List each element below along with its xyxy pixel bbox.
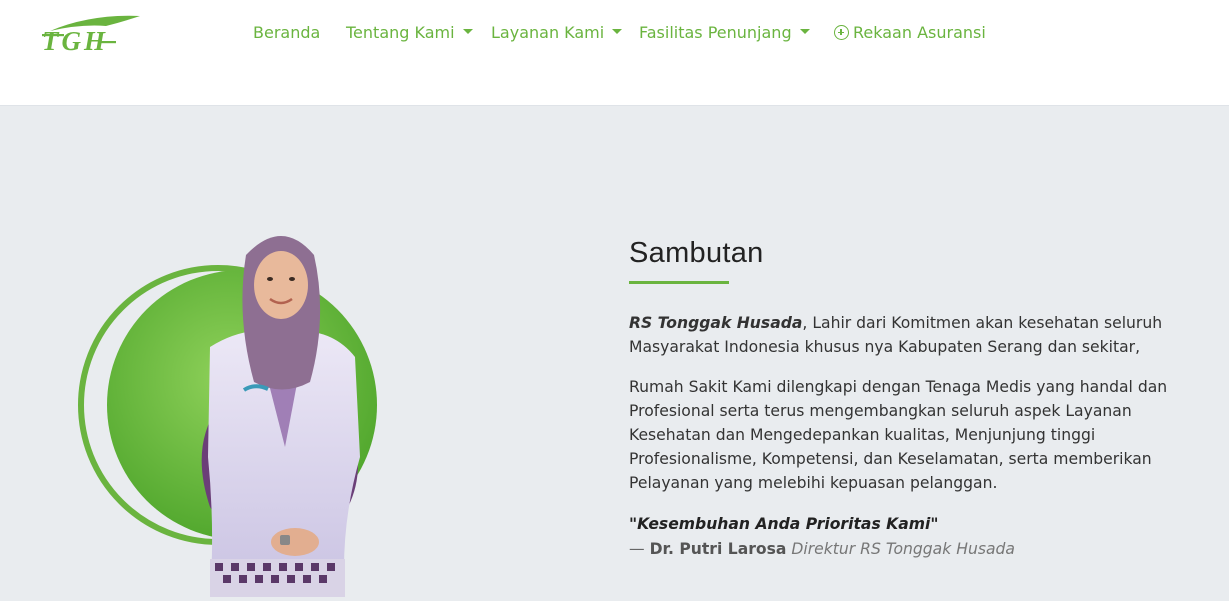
description-paragraph: Rumah Sakit Kami dilengkapi dengan Tenag…	[629, 378, 1168, 492]
nav-beranda[interactable]: Beranda	[253, 20, 320, 46]
author-role: Direktur RS Tonggak Husada	[791, 540, 1015, 558]
motto-quote: "Kesembuhan Anda Prioritas Kami"	[629, 515, 939, 533]
nav-rekaan-asuransi-label: Rekaan Asuransi	[853, 23, 986, 42]
nav-layanan-kami[interactable]: Layanan Kami	[491, 20, 623, 46]
sambutan-content: Sambutan RS Tonggak Husada, Lahir dari K…	[629, 235, 1204, 561]
section-title: Sambutan	[629, 237, 764, 269]
quote-author: — Dr. Putri Larosa Direktur RS Tonggak H…	[629, 537, 1204, 561]
nav-rekaan-asuransi[interactable]: Rekaan Asuransi	[834, 20, 986, 46]
title-underline	[629, 281, 729, 284]
chevron-down-icon	[462, 29, 473, 34]
author-name: Dr. Putri Larosa	[649, 540, 787, 558]
logo-icon: TGH	[42, 15, 140, 56]
nav-fasilitas-penunjang-label: Fasilitas Penunjang	[639, 23, 792, 42]
chevron-down-icon	[799, 29, 810, 34]
brand-logo[interactable]: TGH	[40, 12, 142, 56]
nav-tentang-kami-label: Tentang Kami	[346, 23, 455, 42]
nav-fasilitas-penunjang[interactable]: Fasilitas Penunjang	[639, 20, 810, 46]
chevron-down-icon	[612, 29, 623, 34]
intro-paragraph: RS Tonggak Husada, Lahir dari Komitmen a…	[629, 311, 1204, 359]
sambutan-section: Sambutan RS Tonggak Husada, Lahir dari K…	[0, 107, 1229, 597]
nav-tentang-kami[interactable]: Tentang Kami	[346, 20, 473, 46]
plus-circle-icon	[834, 25, 849, 40]
nav-layanan-kami-label: Layanan Kami	[491, 23, 605, 42]
author-dash: —	[629, 540, 650, 558]
hospital-name: RS Tonggak Husada	[629, 314, 803, 332]
director-photo	[70, 207, 410, 597]
navbar: TGH Beranda Tentang Kami Layanan Kami Fa…	[0, 0, 1229, 106]
nav-beranda-label: Beranda	[253, 23, 321, 42]
